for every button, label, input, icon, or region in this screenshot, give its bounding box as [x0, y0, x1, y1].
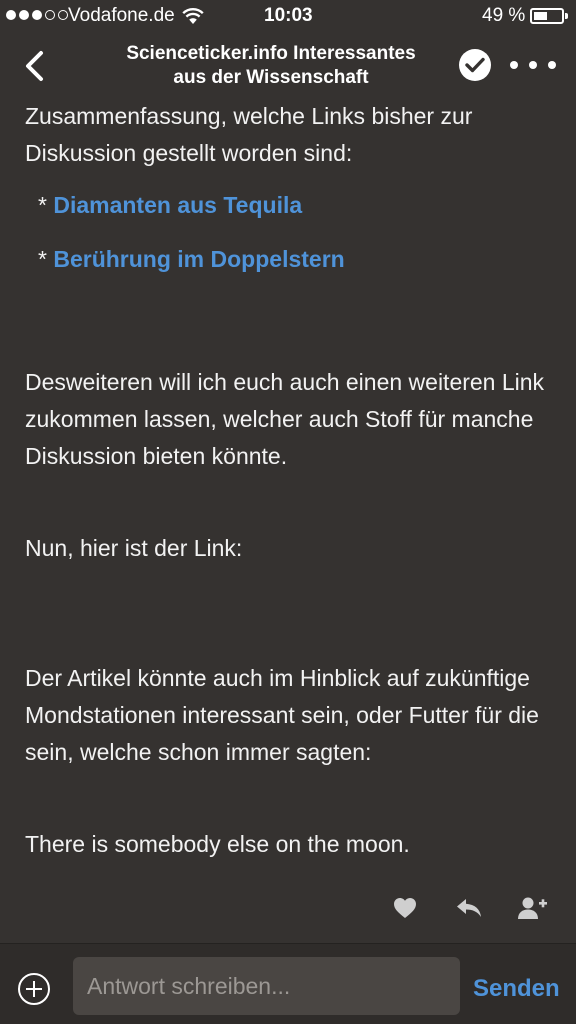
post-actions — [388, 890, 550, 926]
reply-button[interactable] — [452, 891, 486, 925]
list-bullet: * — [38, 192, 54, 218]
carrier-name: Vodafone.de — [68, 5, 175, 26]
chevron-left-icon — [26, 51, 43, 81]
checkmark-icon — [465, 57, 485, 73]
post-paragraph-link-intro: Nun, hier ist der Link: — [25, 535, 243, 561]
link-diamanten-aus-tequila[interactable]: Diamanten aus Tequila — [53, 192, 302, 218]
follow-user-button[interactable] — [516, 891, 550, 925]
add-attachment-button[interactable] — [18, 973, 50, 1005]
battery-tip — [565, 13, 568, 19]
screen: Vodafone.de 10:03 49 % Scienceticker.inf… — [0, 0, 576, 1024]
add-user-icon — [518, 897, 547, 919]
battery-icon — [530, 8, 564, 24]
clock-time: 10:03 — [264, 5, 313, 26]
mark-read-button[interactable] — [459, 49, 491, 81]
like-button[interactable] — [388, 891, 422, 925]
more-options-button[interactable] — [510, 54, 556, 76]
reply-input[interactable] — [73, 957, 460, 1015]
send-button[interactable]: Senden — [473, 975, 560, 1003]
post-paragraph-moon: There is somebody else on the moon. — [25, 831, 410, 857]
list-bullet: * — [38, 246, 54, 272]
back-button[interactable] — [16, 46, 52, 86]
link-list-item: * Diamanten aus Tequila — [38, 187, 302, 224]
nav-bar: Scienceticker.info Interessantes aus der… — [0, 34, 576, 98]
heart-icon — [394, 898, 416, 918]
wifi-icon — [182, 7, 204, 31]
page-title-line2: aus der Wissenschaft — [173, 67, 369, 88]
post-paragraph-further: Desweiteren will ich euch auch einen wei… — [25, 369, 545, 469]
status-bar: Vodafone.de 10:03 49 % — [0, 0, 576, 34]
page-title-line1: Scienceticker.info Interessantes — [126, 43, 416, 64]
link-beruehrung-im-doppelstern[interactable]: Berührung im Doppelstern — [53, 246, 344, 272]
signal-strength-icon — [6, 10, 68, 20]
more-icon — [510, 61, 518, 69]
link-list-item: * Berührung im Doppelstern — [38, 241, 345, 278]
post-paragraph-intro: Zusammenfassung, welche Links bisher zur… — [25, 103, 473, 166]
reply-icon — [457, 899, 481, 917]
post-paragraph-artikel: Der Artikel könnte auch im Hinblick auf … — [25, 665, 539, 765]
battery-percent: 49 % — [482, 5, 526, 26]
page-title: Scienceticker.info Interessantes aus der… — [100, 42, 442, 90]
reply-bar: Senden — [0, 944, 576, 1024]
